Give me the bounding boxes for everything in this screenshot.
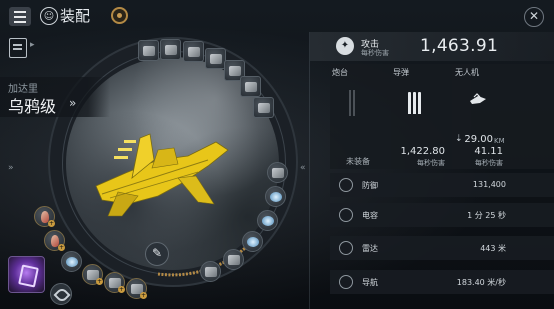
right-chevron-icon[interactable]: « <box>300 163 306 173</box>
stat-value-radar: 443 米 <box>480 244 506 253</box>
fitting-icon: ☺ <box>40 7 58 25</box>
high-slot-2[interactable] <box>160 39 181 60</box>
high-slot-4[interactable] <box>205 48 226 69</box>
drone-dps: 41.11 <box>474 146 503 157</box>
stat-label-radar: 雷达 <box>362 244 378 253</box>
navigation-icon <box>339 275 353 289</box>
mid-slot-1[interactable] <box>267 162 288 183</box>
high-slot-6[interactable] <box>240 76 261 97</box>
fitting-card-icon[interactable] <box>9 38 27 58</box>
menu-icon <box>14 9 26 24</box>
stat-value-navigation: 183.40 米/秒 <box>456 278 506 287</box>
missile-icon <box>408 92 428 116</box>
turret-title: 炮台 <box>332 68 348 77</box>
panel-divider <box>309 32 310 309</box>
top-bar: ☺ 装配 ✕ <box>0 0 554 32</box>
drone-icon <box>470 93 486 104</box>
mid-slot-5[interactable] <box>223 249 244 270</box>
high-slot-7[interactable] <box>253 97 274 118</box>
high-slot-1[interactable] <box>138 40 159 61</box>
close-icon[interactable]: ✕ <box>524 7 544 27</box>
stat-label-capacitor: 电容 <box>362 211 378 220</box>
drone-range: 29.00 <box>464 134 493 145</box>
attack-value: 1,463.91 <box>420 36 499 56</box>
low-slot-2[interactable]: + <box>44 230 65 251</box>
range-icon: ⇣ <box>455 134 463 144</box>
selected-module-icon[interactable] <box>8 256 45 293</box>
high-slot-3[interactable] <box>183 41 204 62</box>
mid-slot-3[interactable] <box>257 210 278 231</box>
stat-value-defense: 131,400 <box>472 180 506 189</box>
stat-label-navigation: 导航 <box>362 278 378 287</box>
turret-icon <box>349 90 361 120</box>
turret-status: 未装备 <box>346 157 370 166</box>
radar-icon <box>339 241 353 255</box>
menu-button[interactable] <box>9 7 31 26</box>
stat-value-capacitor: 1 分 25 秒 <box>467 211 506 220</box>
left-chevron-icon[interactable]: » <box>8 163 14 173</box>
missile-dps-unit: 每秒伤害 <box>417 159 445 167</box>
stat-label-defense: 防御 <box>362 181 378 190</box>
shield-icon <box>339 178 353 192</box>
low-slot-1[interactable]: + <box>34 206 55 227</box>
ship-name[interactable]: 乌鸦级 <box>8 93 56 117</box>
attack-icon: ✦ <box>336 37 354 55</box>
rig-slot-1[interactable]: + <box>82 264 103 285</box>
mid-slot-6[interactable] <box>200 261 221 282</box>
skill-badge-icon[interactable] <box>111 7 128 24</box>
attack-sublabel: 每秒伤害 <box>361 49 389 57</box>
wrench-icon[interactable]: ✎ <box>145 242 169 266</box>
drone-title: 无人机 <box>455 68 479 77</box>
drone-range-unit: KM <box>494 137 505 145</box>
ship-model <box>95 133 229 217</box>
rig-slot-2[interactable]: + <box>104 272 125 293</box>
mid-slot-2[interactable] <box>265 186 286 207</box>
missile-dps: 1,422.80 <box>400 146 445 157</box>
ship-name-arrow: » <box>69 96 77 110</box>
card-expand-icon: ▸ <box>30 40 35 50</box>
swap-icon[interactable] <box>50 283 72 305</box>
drone-dps-unit: 每秒伤害 <box>475 159 503 167</box>
mid-slot-4[interactable] <box>242 231 263 252</box>
page-title: 装配 <box>60 7 91 25</box>
low-slot-3[interactable] <box>61 251 82 272</box>
capacitor-icon <box>339 208 353 222</box>
missile-title: 导弹 <box>393 68 409 77</box>
rig-slot-3[interactable]: + <box>126 278 147 299</box>
